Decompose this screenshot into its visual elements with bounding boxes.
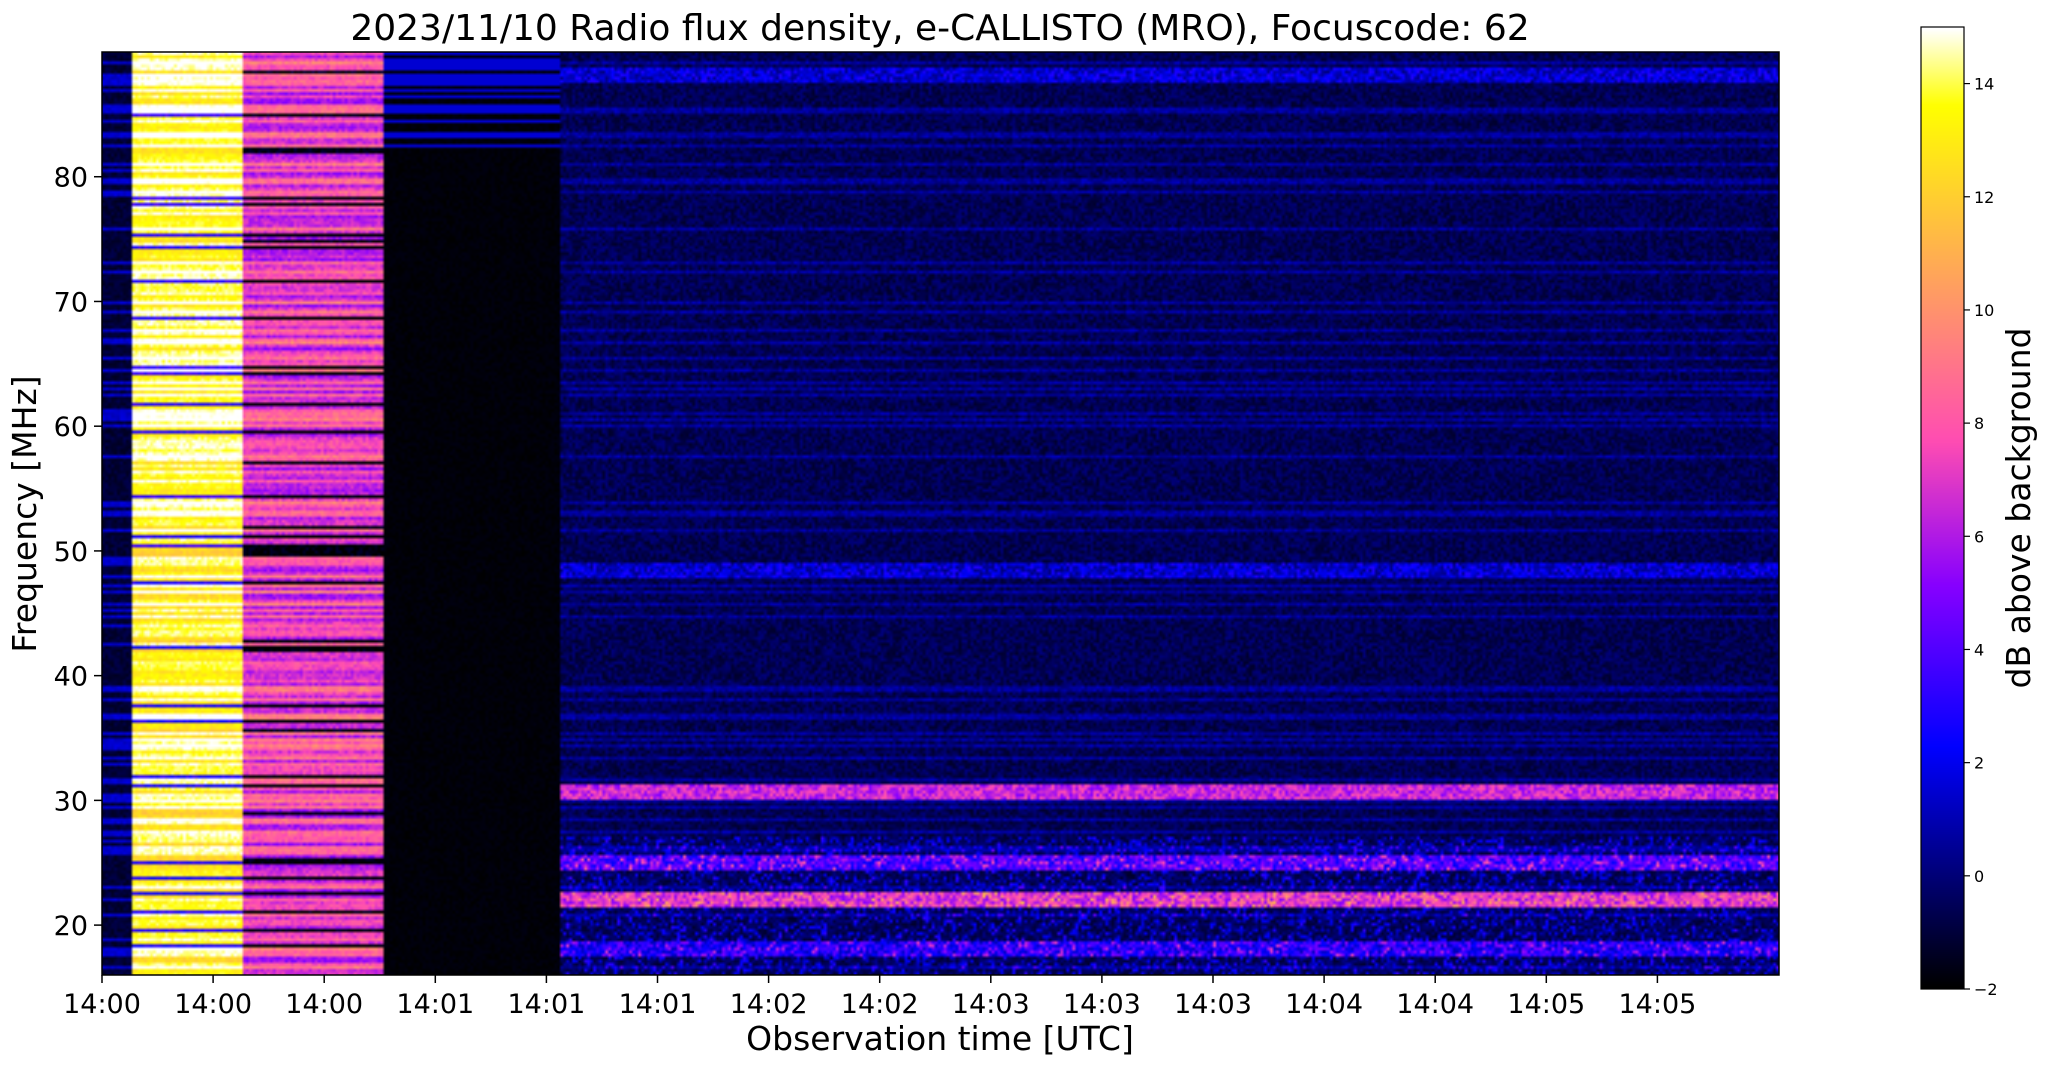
colorbar-tick-label: 2 [1974,754,1984,773]
x-tick-label: 14:02 [841,989,919,1020]
x-tick-label: 14:02 [730,989,808,1020]
colorbar-tick-label: 10 [1974,301,1994,320]
x-tick-label: 14:04 [1396,989,1474,1020]
x-axis: 14:00 14:00 14:00 14:01 14:01 14:01 14:02 14:02… [63,975,1696,1020]
x-tick-label: 14:05 [1507,989,1585,1020]
x-tick-label: 14:00 [285,989,363,1020]
y-tick-label: 70 [54,287,88,318]
colorbar-tick-label: 4 [1974,640,1984,659]
colorbar-tick-label: 12 [1974,188,1994,207]
y-tick-label: 80 [54,163,88,194]
x-tick-label: 14:05 [1618,989,1696,1020]
x-tick-label: 14:04 [1285,989,1363,1020]
x-tick-label: 14:01 [507,989,585,1020]
colorbar-tick-label: 14 [1974,75,1994,94]
x-tick-label: 14:03 [1174,989,1252,1020]
y-tick-label: 50 [54,537,88,568]
x-tick-label: 14:03 [1063,989,1141,1020]
colorbar-gradient [1921,27,1964,989]
colorbar-tick-label: 0 [1974,867,1984,886]
colorbar-tick-label: 6 [1974,527,1984,546]
x-tick-label: 14:03 [952,989,1030,1020]
y-axis: 20 30 40 50 60 70 80 [54,163,102,942]
x-axis-label: Observation time [UTC] [746,1019,1134,1058]
chart-title: 2023/11/10 Radio flux density, e-CALLIST… [350,8,1529,49]
y-tick-label: 20 [54,911,88,942]
x-tick-label: 14:01 [396,989,474,1020]
x-tick-label: 14:00 [174,989,252,1020]
plot-area [101,51,1780,976]
x-tick-label: 14:00 [63,989,141,1020]
x-tick-label: 14:01 [619,989,697,1020]
colorbar-label: dB above background [1999,328,2038,689]
colorbar-tick-label: 8 [1974,414,1984,433]
spectrogram-chart: 2023/11/10 Radio flux density, e-CALLIST… [5,8,2038,1058]
y-tick-label: 40 [54,662,88,693]
colorbar-ticks: −2 0 2 4 6 8 10 12 14 [1964,75,1998,999]
y-tick-label: 60 [54,412,88,443]
colorbar: −2 0 2 4 6 8 10 12 14 dB above background [1920,26,2038,999]
y-axis-label: Frequency [MHz] [5,375,44,652]
spectrogram-heatmap [102,52,1779,975]
y-tick-label: 30 [54,786,88,817]
colorbar-tick-label: −2 [1974,980,1998,999]
